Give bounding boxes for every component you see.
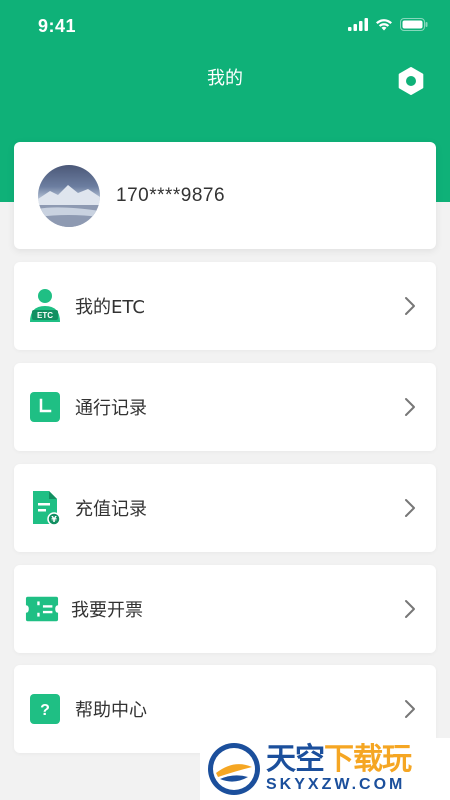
status-bar: 9:41 (0, 0, 450, 52)
menu-label: 帮助中心 (75, 700, 147, 721)
chevron-right-icon (405, 700, 415, 718)
ticket-icon (25, 592, 59, 626)
gear-icon (398, 67, 424, 95)
status-icons (348, 18, 428, 31)
status-time: 9:41 (38, 16, 77, 36)
clock-icon (28, 390, 62, 424)
signal-icon (348, 18, 368, 31)
phone-number: 170****9876 (116, 184, 226, 206)
menu-item-my-etc[interactable]: ETC 我的ETC (14, 262, 436, 350)
settings-button[interactable] (394, 64, 428, 98)
page-title: 我的 (207, 68, 243, 89)
help-icon: ? (28, 692, 62, 726)
etc-user-icon: ETC (28, 289, 62, 323)
menu-item-invoice[interactable]: 我要开票 (14, 565, 436, 653)
avatar[interactable] (38, 164, 100, 227)
chevron-right-icon (405, 297, 415, 315)
watermark-cn-main: 天空 (266, 742, 325, 777)
avatar-image (38, 184, 100, 227)
help-icon-text: ? (40, 702, 50, 719)
yuan-icon-text: ¥ (51, 515, 57, 524)
battery-icon (400, 18, 428, 31)
menu-label: 我要开票 (71, 600, 143, 621)
menu-item-recharge-records[interactable]: ¥ 充值记录 (14, 464, 436, 552)
menu-label: 我的ETC (75, 297, 145, 318)
menu-item-pass-records[interactable]: 通行记录 (14, 363, 436, 451)
etc-icon-text: ETC (37, 311, 53, 320)
watermark-logo-icon (208, 743, 260, 795)
chevron-right-icon (405, 600, 415, 618)
profile-card[interactable]: 170****9876 (14, 142, 436, 249)
recharge-document-icon: ¥ (28, 491, 62, 526)
watermark-en: SKYXZW.COM (266, 776, 406, 793)
watermark-cn: 天空下载玩 (266, 742, 412, 777)
watermark-cn-accent: 下载玩 (324, 742, 412, 777)
watermark-text: 天空下载玩 SKYXZW.COM (266, 742, 412, 794)
chevron-right-icon (405, 499, 415, 517)
watermark: 天空下载玩 SKYXZW.COM (200, 738, 450, 800)
menu-label: 充值记录 (75, 499, 147, 520)
wifi-icon (376, 19, 392, 31)
menu-label: 通行记录 (75, 398, 147, 419)
chevron-right-icon (405, 398, 415, 416)
